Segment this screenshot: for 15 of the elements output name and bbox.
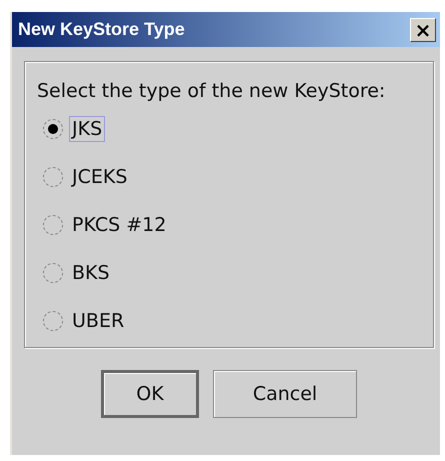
radio-button[interactable] (43, 214, 63, 234)
option-label[interactable]: UBER (69, 308, 128, 334)
option-label[interactable]: JKS (69, 116, 106, 142)
radio-button[interactable] (43, 166, 63, 186)
radio-button[interactable] (43, 118, 63, 138)
option-label[interactable]: BKS (69, 260, 113, 286)
option-label[interactable]: JCEKS (69, 164, 130, 190)
ok-button[interactable]: OK (101, 370, 199, 418)
window-title: New KeyStore Type (18, 19, 185, 40)
option-label[interactable]: PKCS #12 (69, 212, 170, 238)
close-button[interactable]: × (410, 18, 436, 42)
cancel-button[interactable]: Cancel (213, 370, 357, 418)
prompt-text: Select the type of the new KeyStore: (37, 80, 386, 102)
radio-button[interactable] (43, 262, 63, 282)
radio-button[interactable] (43, 310, 63, 330)
